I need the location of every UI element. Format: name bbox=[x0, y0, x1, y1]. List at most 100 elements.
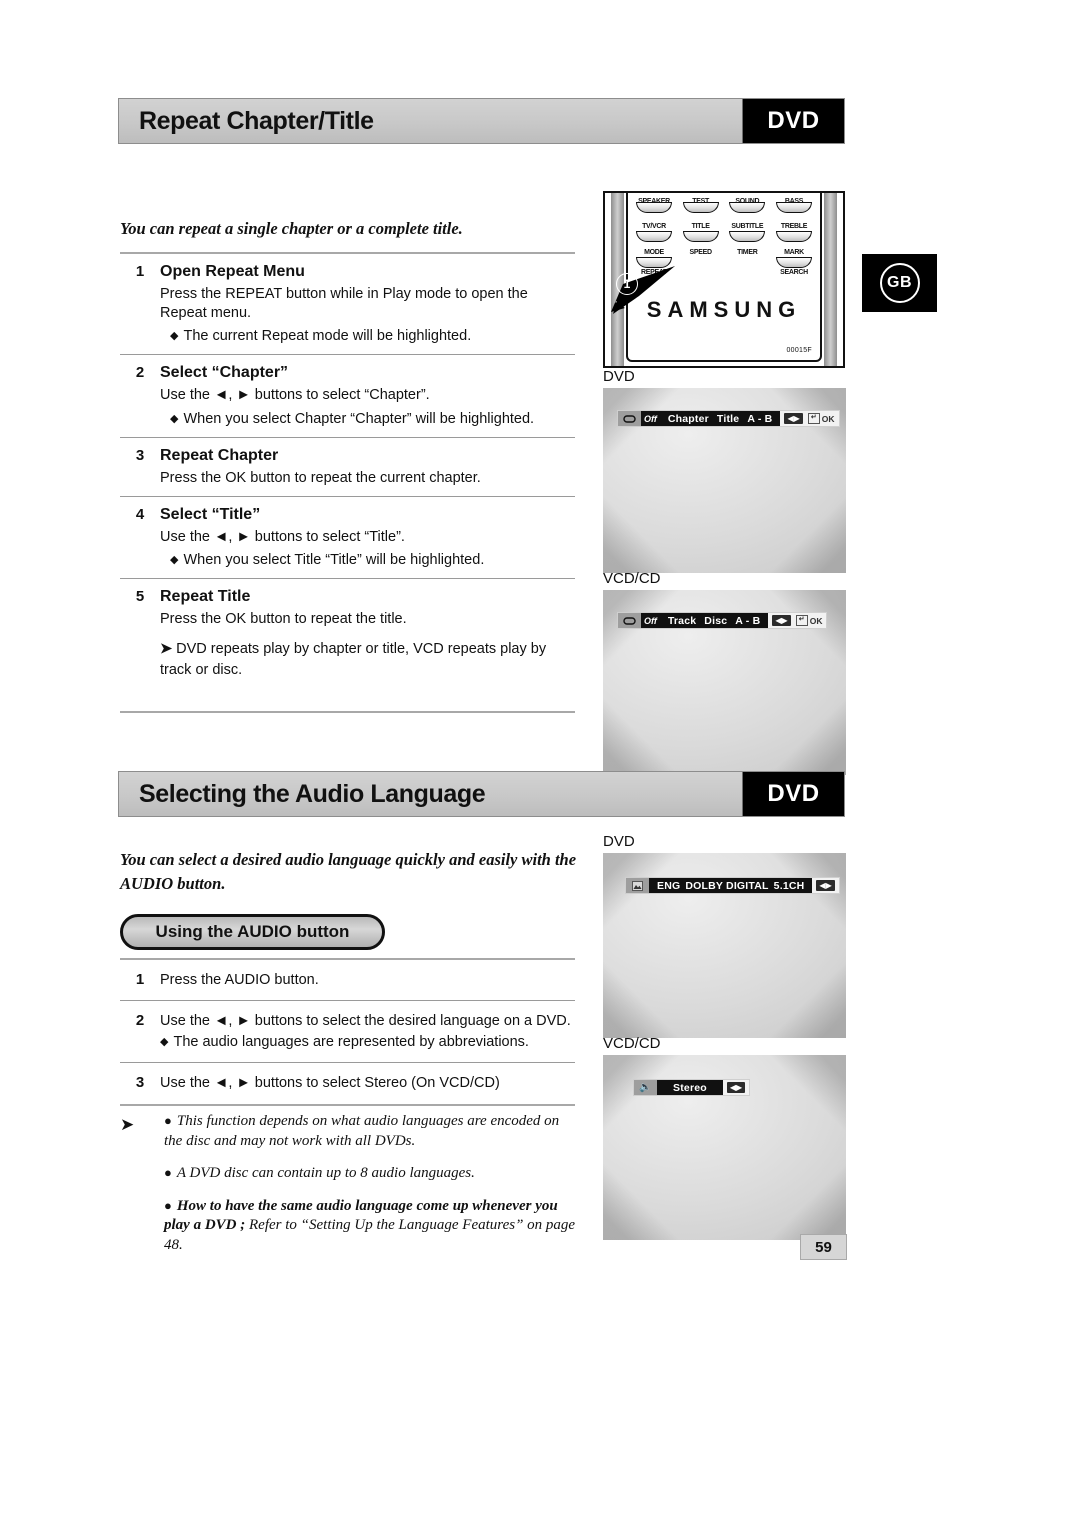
osd-option-track[interactable]: Track bbox=[668, 615, 696, 627]
step-number: 5 bbox=[135, 588, 145, 605]
osd-option-chapter[interactable]: Chapter bbox=[668, 413, 709, 425]
osd-audio-bar-dvd: ENG DOLBY DIGITAL 5.1CH ◀▶ bbox=[625, 877, 840, 894]
repeat-loop-glyph bbox=[623, 616, 636, 625]
enter-glyph: ↵ bbox=[807, 413, 820, 424]
step-title: Repeat Chapter bbox=[160, 446, 279, 464]
osd-ok-label: OK bbox=[809, 615, 823, 626]
step-text: Press the AUDIO button. bbox=[160, 972, 319, 988]
remote-button-row-2: TV/VCR TITLE SUBTITLE TREBLE bbox=[636, 222, 812, 242]
screen-dvd-repeat: Off Chapter Title A - B ◀▶ ↵ OK bbox=[603, 388, 846, 573]
osd-option-disc[interactable]: Disc bbox=[704, 615, 727, 627]
osd-ok-label: OK bbox=[821, 413, 835, 424]
osd-option-title[interactable]: Title bbox=[717, 413, 739, 425]
remote-button-bass: BASS bbox=[775, 197, 812, 213]
disc-type-tag: DVD bbox=[743, 99, 844, 143]
osd-options-vcd: Track Disc A - B bbox=[659, 613, 769, 628]
remote-button-cap bbox=[775, 202, 812, 213]
remote-button-label: MARK bbox=[784, 249, 804, 256]
audio-lead-line2: AUDIO button. bbox=[120, 873, 226, 893]
audio-language-glyph bbox=[632, 880, 643, 891]
page-number: 59 bbox=[800, 1234, 847, 1260]
step-bullet-text: The audio languages are represented by a… bbox=[173, 1034, 529, 1051]
osd-off-label[interactable]: Off bbox=[641, 411, 660, 426]
step-bullet-text: When you select Chapter “Chapter” will b… bbox=[183, 410, 535, 427]
remote-button-label: SUBTITLE bbox=[731, 223, 764, 230]
remote-button-subtitle: SUBTITLE bbox=[729, 222, 766, 242]
step-item: 1 Open Repeat Menu Press the REPEAT butt… bbox=[120, 254, 575, 354]
bullet-dot-icon: ● bbox=[164, 1197, 172, 1213]
arrow-marker-icon: ➤ bbox=[160, 641, 173, 658]
step-number: 1 bbox=[135, 971, 145, 988]
repeat-loop-icon bbox=[618, 613, 641, 628]
remote-button-cap bbox=[775, 257, 812, 268]
audio-lead-text: You can select a desired audio language … bbox=[120, 848, 580, 896]
step-item: 5 Repeat Title Press the OK button to re… bbox=[120, 579, 575, 689]
osd-option-ab[interactable]: A - B bbox=[747, 413, 772, 425]
enter-glyph: ↵ bbox=[795, 615, 808, 626]
audio-lead-line1: You can select a desired audio language … bbox=[120, 850, 577, 869]
remote-button-sound-mode: SOUND MODE bbox=[729, 197, 766, 213]
speaker-icon: 🔈 bbox=[634, 1080, 657, 1095]
screen-vcd-audio: 🔈 Stereo ◀▶ bbox=[603, 1055, 846, 1240]
remote-button-speed: SPEED bbox=[683, 248, 719, 277]
screen-label-dvd-repeat: DVD bbox=[603, 368, 635, 385]
step-item: 4 Select “Title” Use the ◄, ► buttons to… bbox=[120, 497, 575, 578]
manual-page: Repeat Chapter/Title DVD GB You can repe… bbox=[0, 0, 1080, 1528]
step-text: Use the ◄, ► buttons to select the desir… bbox=[160, 1013, 571, 1030]
step-number: 3 bbox=[135, 446, 145, 464]
remote-button-cap bbox=[775, 231, 812, 242]
repeat-note: ➤ DVD repeats play by chapter or title, V… bbox=[160, 639, 575, 681]
step-number: 4 bbox=[135, 505, 145, 523]
screen-label-dvd-audio: DVD bbox=[603, 833, 635, 850]
remote-button-tv-vcr: TV/VCR bbox=[636, 222, 672, 242]
step-text: Press the REPEAT button while in Play mo… bbox=[160, 286, 528, 322]
osd-audio-values: Stereo bbox=[657, 1080, 723, 1095]
step-item: 2 Select “Chapter” Use the ◄, ► buttons … bbox=[120, 355, 575, 436]
step-number: 2 bbox=[135, 1012, 145, 1030]
section-title: Repeat Chapter/Title bbox=[139, 106, 374, 135]
left-right-arrows-icon: ◀▶ bbox=[784, 413, 803, 424]
step-number: 1 bbox=[135, 263, 145, 280]
osd-repeat-bar-vcd: Off Track Disc A - B ◀▶ ↵ OK bbox=[617, 612, 828, 629]
using-audio-button-label: Using the AUDIO button bbox=[155, 922, 350, 941]
osd-option-ab[interactable]: A - B bbox=[735, 615, 760, 627]
remote-model-code: 00015F bbox=[786, 347, 812, 354]
screen-label-vcd-audio: VCD/CD bbox=[603, 1035, 661, 1052]
screen-vcd-repeat: Off Track Disc A - B ◀▶ ↵ OK bbox=[603, 590, 846, 775]
note-text: A DVD disc can contain up to 8 audio lan… bbox=[176, 1165, 475, 1181]
osd-off-label[interactable]: Off bbox=[641, 613, 660, 628]
section-title-cell: Repeat Chapter/Title bbox=[119, 99, 743, 143]
step-bullet-text: When you select Title “Title” will be hi… bbox=[183, 551, 485, 568]
step-text: Press the OK button to repeat the title. bbox=[160, 611, 407, 627]
remote-button-cap bbox=[636, 231, 672, 242]
remote-button-label: TV/VCR bbox=[642, 223, 666, 230]
remote-button-cap bbox=[682, 231, 719, 242]
region-badge-label: GB bbox=[879, 263, 920, 303]
osd-audio-language[interactable]: ENG bbox=[657, 880, 680, 892]
bullet-diamond-icon: ◆ bbox=[160, 1036, 169, 1049]
osd-audio-stereo[interactable]: Stereo bbox=[673, 1082, 707, 1094]
note-item: ● A DVD disc can contain up to 8 audio la… bbox=[164, 1164, 580, 1184]
remote-button-label: MODE bbox=[644, 249, 664, 256]
repeat-loop-glyph bbox=[623, 414, 636, 423]
step-bullet-text: The current Repeat mode will be highligh… bbox=[183, 328, 472, 345]
remote-button-sublabel: SEARCH bbox=[780, 269, 808, 276]
region-badge: GB bbox=[862, 254, 937, 312]
bullet-dot-icon: ● bbox=[164, 1113, 172, 1128]
disc-type-tag: DVD bbox=[743, 772, 844, 816]
remote-button-test: TEST bbox=[682, 197, 719, 213]
step-text: Use the ◄, ► buttons to select “Chapter”… bbox=[160, 387, 430, 404]
osd-audio-bar-vcd: 🔈 Stereo ◀▶ bbox=[633, 1079, 751, 1096]
note-item: ● This function depends on what audio lan… bbox=[164, 1112, 580, 1151]
remote-button-label: SPEED bbox=[689, 249, 713, 256]
ok-enter-icon: ↵ OK bbox=[807, 413, 835, 424]
remote-button-cap bbox=[729, 202, 766, 213]
remote-button-title: TITLE bbox=[682, 222, 719, 242]
remote-button-row-1: SPEAKER TEST SOUND MODE BASS bbox=[636, 197, 812, 213]
osd-repeat-bar-dvd: Off Chapter Title A - B ◀▶ ↵ OK bbox=[617, 410, 840, 427]
divider bbox=[120, 1103, 575, 1106]
step-bullet: ◆ When you select Chapter “Chapter” will … bbox=[160, 410, 575, 429]
remote-button-cap bbox=[636, 202, 672, 213]
note-text: This function depends on what audio lang… bbox=[164, 1113, 560, 1149]
osd-hints: ◀▶ ↵ OK bbox=[780, 411, 839, 426]
